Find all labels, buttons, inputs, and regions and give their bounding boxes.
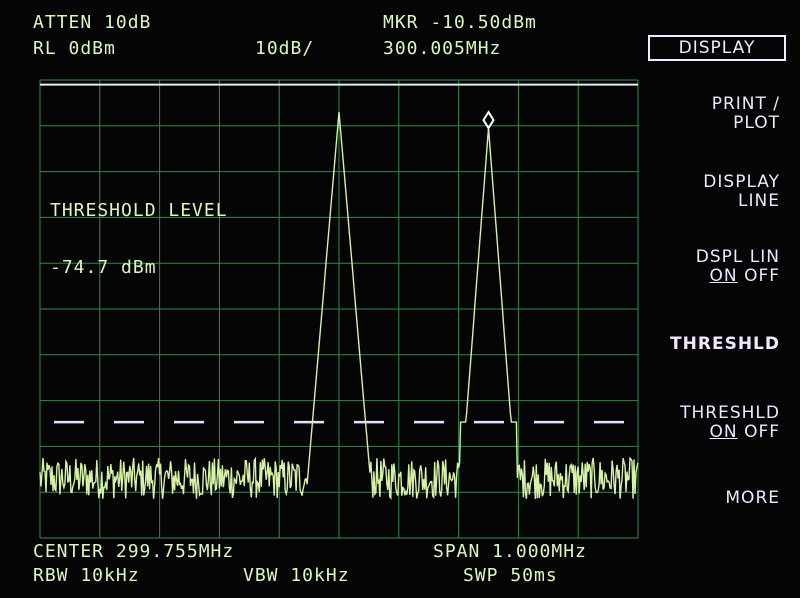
center-frequency-readout: CENTER 299.755MHz xyxy=(33,541,235,562)
threshld-onoff: ON OFF xyxy=(680,423,780,442)
print-plot-softkey[interactable]: PRINT / PLOT xyxy=(712,95,780,133)
print-plot-label-1: PRINT / xyxy=(711,94,780,114)
rbw-readout: RBW 10kHz xyxy=(33,565,140,586)
vbw-readout: VBW 10kHz xyxy=(243,565,350,586)
dspl-lin-onoff: ON OFF xyxy=(696,267,780,286)
more-softkey[interactable]: MORE xyxy=(725,489,780,508)
span-readout: SPAN 1.000MHz xyxy=(433,541,587,562)
threshld-toggle-softkey[interactable]: THRESHLD ON OFF xyxy=(680,404,780,442)
dspl-lin-off: OFF xyxy=(744,266,780,286)
sweep-readout: SWP 50ms xyxy=(463,565,558,586)
dspl-lin-label: DSPL LIN xyxy=(695,247,780,267)
display-line-label-2: LINE xyxy=(738,191,780,211)
display-line-label-1: DISPLAY xyxy=(703,172,780,192)
spectrum-analyzer-screen: ATTEN 10dB RL 0dBm 10dB/ MKR -10.50dBm 3… xyxy=(0,0,800,598)
display-menu-softkey[interactable]: DISPLAY xyxy=(648,35,786,61)
print-plot-label-2: PLOT xyxy=(733,113,780,133)
more-label: MORE xyxy=(725,488,780,508)
threshld-label: THRESHLD xyxy=(670,334,780,354)
display-line-softkey[interactable]: DISPLAY LINE xyxy=(703,173,780,211)
dspl-lin-on: ON xyxy=(709,266,738,286)
threshld-off: OFF xyxy=(744,422,780,442)
display-menu-label: DISPLAY xyxy=(678,38,756,58)
threshold-title: THRESHOLD LEVEL xyxy=(50,200,228,221)
threshld-softkey[interactable]: THRESHLD xyxy=(670,335,780,354)
threshold-value: -74.7 dBm xyxy=(50,257,157,278)
threshld-toggle-label: THRESHLD xyxy=(680,403,780,423)
threshold-level-readout: THRESHOLD LEVEL -74.7 dBm xyxy=(50,163,228,315)
threshld-on: ON xyxy=(709,422,738,442)
dspl-lin-toggle-softkey[interactable]: DSPL LIN ON OFF xyxy=(696,248,780,286)
